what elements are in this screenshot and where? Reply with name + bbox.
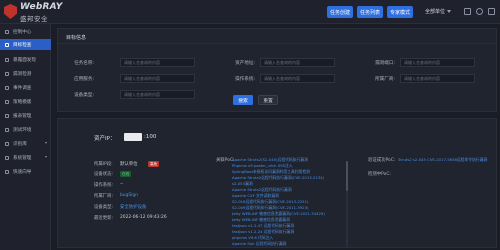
reset-button[interactable]: 重置 [258, 95, 278, 105]
vuln-port-input[interactable]: 请输入名查询的内容 [400, 58, 475, 67]
sidebar-item-label: 识别库 [13, 141, 27, 147]
sidebar-item-control-center[interactable]: 控制中心 [0, 26, 51, 37]
field-label: 操作系统: [235, 77, 255, 82]
sidebar-item-library[interactable]: 识别库 [0, 138, 51, 149]
dashboard-icon [5, 29, 9, 34]
detecting-poc-label: 检测中PoC: [368, 172, 391, 177]
brand-name-en: WebRAY [20, 2, 63, 12]
verified-poc-label: 验证成功PoC: [368, 158, 396, 163]
task-name-input[interactable]: 请输入名查询的内容 [120, 58, 195, 67]
detail-value: -- [120, 182, 124, 187]
sidebar-item-report[interactable]: 报表管理 [0, 110, 51, 121]
asset-port: :100 [144, 134, 157, 140]
report-icon [5, 113, 9, 118]
expert-mode-button[interactable]: 专家模式 [387, 6, 413, 18]
brand-logo[interactable]: WebRAY 盛邦安全 [4, 2, 70, 23]
logout-icon[interactable] [488, 8, 495, 15]
vendor-input[interactable]: 请输入名查询的内容 [400, 74, 475, 83]
field-label: 所属厂商: [375, 77, 395, 82]
brand-name-cn: 盛邦安全 [20, 15, 48, 23]
sidebar-item-event[interactable]: 事件调查 [0, 82, 51, 93]
query-panel: 目标信息 任务名称: 请输入名查询的内容 资产地址: 请输入名查询的内容 漏洞端… [57, 28, 497, 112]
detail-label: 设备状态: [94, 172, 114, 177]
detail-label: 操作系统: [94, 183, 114, 188]
scrollbar-thumb[interactable] [346, 161, 348, 191]
chevron-down-icon[interactable] [447, 10, 451, 13]
message-icon[interactable] [464, 8, 471, 15]
detail-value: 2022-06-12 09:43:26 [120, 215, 167, 220]
unit-selector[interactable]: 全部单位 [425, 8, 445, 15]
verified-poc-link[interactable]: Struts2 s2-045 CVE-2017-5638远程命令执行漏洞 [398, 157, 487, 163]
field-label: 任务名称: [74, 61, 94, 66]
sidebar-item-label: 目标检查 [13, 42, 32, 48]
top-bar: WebRAY 盛邦安全 任务创建 任务列表 专家模式 全部单位 [0, 0, 500, 24]
search-button[interactable]: 搜索 [233, 95, 253, 105]
asset-address-input[interactable]: 请输入名查询的内容 [260, 58, 335, 67]
user-icon[interactable] [476, 8, 483, 15]
flask-icon [5, 127, 9, 132]
detail-value: 默认单位 [120, 162, 138, 167]
field-label: 应用服务: [74, 77, 94, 82]
sidebar-item-label: 控制中心 [13, 29, 32, 35]
sidebar-item-label: 快速向导 [13, 169, 32, 175]
sidebar-item-label: 系统管理 [13, 155, 32, 161]
app-service-input[interactable]: 请输入名查询的内容 [120, 74, 195, 83]
sidebar-item-test-env[interactable]: 测试环境 [0, 124, 51, 135]
os-input[interactable]: 请输入名查询的内容 [260, 74, 335, 83]
template-icon [5, 99, 9, 104]
detail-label: 设备类型: [94, 205, 114, 210]
vendor-link[interactable]: bugSign [120, 193, 138, 198]
sidebar-item-label: 暴露面发现 [13, 57, 36, 63]
target-icon [5, 42, 9, 47]
asset-ip-label: 资产IP： [94, 136, 116, 142]
sidebar-item-exposure[interactable]: 暴露面发现 [0, 54, 51, 65]
detail-label: 所属IP段: [94, 162, 113, 167]
panel-title: 目标信息 [66, 35, 87, 41]
danger-badge: 高危 [148, 161, 160, 167]
detail-label: 最近更新: [94, 216, 114, 221]
bug-icon [5, 71, 9, 76]
library-icon [5, 141, 9, 146]
sidebar-item-label: 事件调查 [13, 85, 32, 91]
sidebar-item-target-check[interactable]: 目标检查 [0, 39, 51, 50]
sidebar: 控制中心 目标检查 暴露面发现 漏洞检测 事件调查 策略模版 报表管理 测试环境… [0, 24, 51, 250]
field-label: 资产地址: [235, 61, 255, 66]
task-list-button[interactable]: 任务列表 [357, 6, 383, 18]
radar-icon [5, 57, 9, 62]
field-label: 设备类型: [74, 93, 94, 98]
gear-icon [5, 155, 9, 160]
device-type-input[interactable]: 请输入名查询的内容 [120, 90, 195, 99]
sidebar-item-wizard[interactable]: 快速向导 [0, 166, 51, 177]
divider [58, 43, 496, 44]
sidebar-item-policy[interactable]: 策略模版 [0, 96, 51, 107]
sidebar-item-label: 测试环境 [13, 127, 32, 133]
device-type-link[interactable]: 安全防护设备 [120, 204, 146, 210]
asset-ip-redacted [124, 133, 142, 141]
sidebar-item-vuln-detect[interactable]: 漏洞检测 [0, 68, 51, 79]
detail-label: 所属厂商: [94, 194, 114, 199]
field-label: 漏洞端口: [375, 61, 395, 66]
detail-panel: 资产IP： :100 所属IP段: 默认单位 高危 设备状态: 在线 操作系统:… [57, 118, 497, 248]
wand-icon [5, 169, 9, 174]
chevron-down-icon [45, 142, 47, 144]
sidebar-item-label: 报表管理 [13, 113, 32, 119]
sidebar-item-system[interactable]: 系统管理 [0, 152, 51, 163]
chevron-down-icon [45, 156, 47, 158]
task-create-button[interactable]: 任务创建 [327, 6, 353, 18]
sidebar-item-label: 漏洞检测 [13, 71, 32, 77]
event-icon [5, 85, 9, 90]
vuln-link[interactable]: Apache Solr 远程代码执行漏洞 [232, 241, 286, 247]
shield-logo-icon [4, 4, 17, 19]
status-badge: 在线 [120, 171, 132, 177]
sidebar-item-label: 策略模版 [13, 99, 32, 105]
